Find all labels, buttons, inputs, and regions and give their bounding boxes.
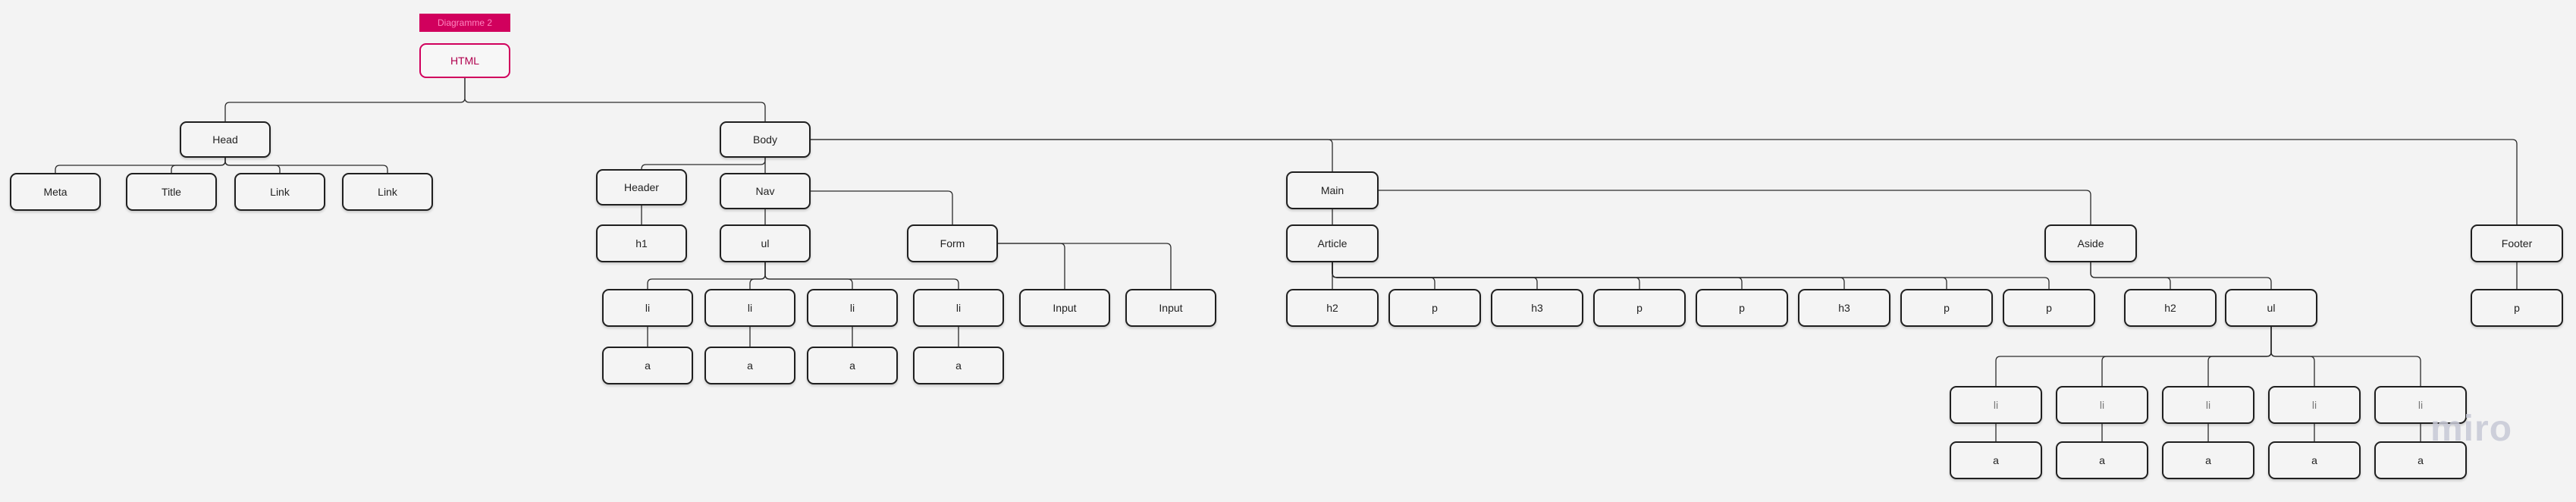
node-nav-a-4[interactable]: a [913,347,1004,384]
node-aside-a-4[interactable]: a [2268,441,2361,479]
node-article[interactable]: Article [1286,224,1379,262]
node-nav-a-3[interactable]: a [807,347,898,384]
connector-head-link2 [224,158,388,173]
connector-article-ap1 [1332,262,1435,289]
node-article-p-2[interactable]: p [1593,289,1686,327]
node-nav-a-2[interactable]: a [704,347,795,384]
connector-body-main [811,139,1333,171]
connector-body-header [641,158,766,170]
connector-html-body [464,78,766,121]
diagram-board: Diagramme 2 HTML Head Meta Title Link Li… [0,0,2576,502]
node-nav-ul[interactable]: ul [720,224,811,262]
node-aside-h2[interactable]: h2 [2124,289,2217,327]
connector-nav-form [811,190,953,224]
node-input-2[interactable]: Input [1125,289,1216,327]
connector-aside-ul2 [2090,262,2272,289]
connector-ul1-li1 [647,262,766,289]
diagram-tag[interactable]: Diagramme 2 [419,14,510,32]
node-footer[interactable]: Footer [2471,224,2563,262]
node-html[interactable]: HTML [419,43,510,78]
connector-article-ah3b [1332,262,1845,289]
node-article-p-5[interactable]: p [2003,289,2095,327]
node-article-h3-1[interactable]: h3 [1491,289,1583,327]
node-footer-p[interactable]: p [2471,289,2563,327]
node-nav[interactable]: Nav [720,173,811,209]
connector-form-input1 [998,243,1065,289]
node-head[interactable]: Head [180,121,271,158]
connector-aside-sh2 [2090,262,2171,289]
node-aside-li-3[interactable]: li [2162,386,2254,424]
connector-ul1-li3 [764,262,853,289]
connector-body-footer [811,139,2518,224]
connector-html-head [224,78,466,121]
node-aside-a-3[interactable]: a [2162,441,2254,479]
node-aside-a-1[interactable]: a [1950,441,2042,479]
node-article-h2[interactable]: h2 [1286,289,1379,327]
node-title[interactable]: Title [126,173,217,211]
node-nav-li-3[interactable]: li [807,289,898,327]
node-body[interactable]: Body [720,121,811,158]
connector-article-ap2 [1332,262,1640,289]
node-article-p-4[interactable]: p [1900,289,1993,327]
node-main[interactable]: Main [1286,171,1379,209]
connector-ul1-li2 [749,262,766,289]
node-nav-li-1[interactable]: li [602,289,693,327]
node-h1[interactable]: h1 [596,224,687,262]
connector-ul2-li7 [2207,327,2272,386]
node-aside-li-1[interactable]: li [1950,386,2042,424]
connector-ul2-li9 [2270,327,2421,386]
node-nav-li-4[interactable]: li [913,289,1004,327]
connector-head-title [171,158,226,173]
connector-form-input2 [998,243,1172,289]
connector-article-ap5 [1332,262,2050,289]
node-article-p-1[interactable]: p [1388,289,1481,327]
node-aside-li-2[interactable]: li [2056,386,2148,424]
node-article-p-3[interactable]: p [1696,289,1788,327]
node-nav-a-1[interactable]: a [602,347,693,384]
node-aside[interactable]: Aside [2044,224,2137,262]
node-nav-li-2[interactable]: li [704,289,795,327]
node-input-1[interactable]: Input [1019,289,1110,327]
node-article-h3-2[interactable]: h3 [1798,289,1890,327]
node-header[interactable]: Header [596,169,687,206]
node-link-2[interactable]: Link [342,173,433,211]
node-aside-li-4[interactable]: li [2268,386,2361,424]
connector-ul1-li4 [764,262,959,289]
node-meta[interactable]: Meta [10,173,101,211]
node-aside-ul[interactable]: ul [2225,289,2317,327]
miro-logo: miro [2430,409,2513,449]
node-link-1[interactable]: Link [234,173,325,211]
node-form[interactable]: Form [907,224,998,262]
connector-main-aside [1379,190,2091,224]
node-aside-a-2[interactable]: a [2056,441,2148,479]
